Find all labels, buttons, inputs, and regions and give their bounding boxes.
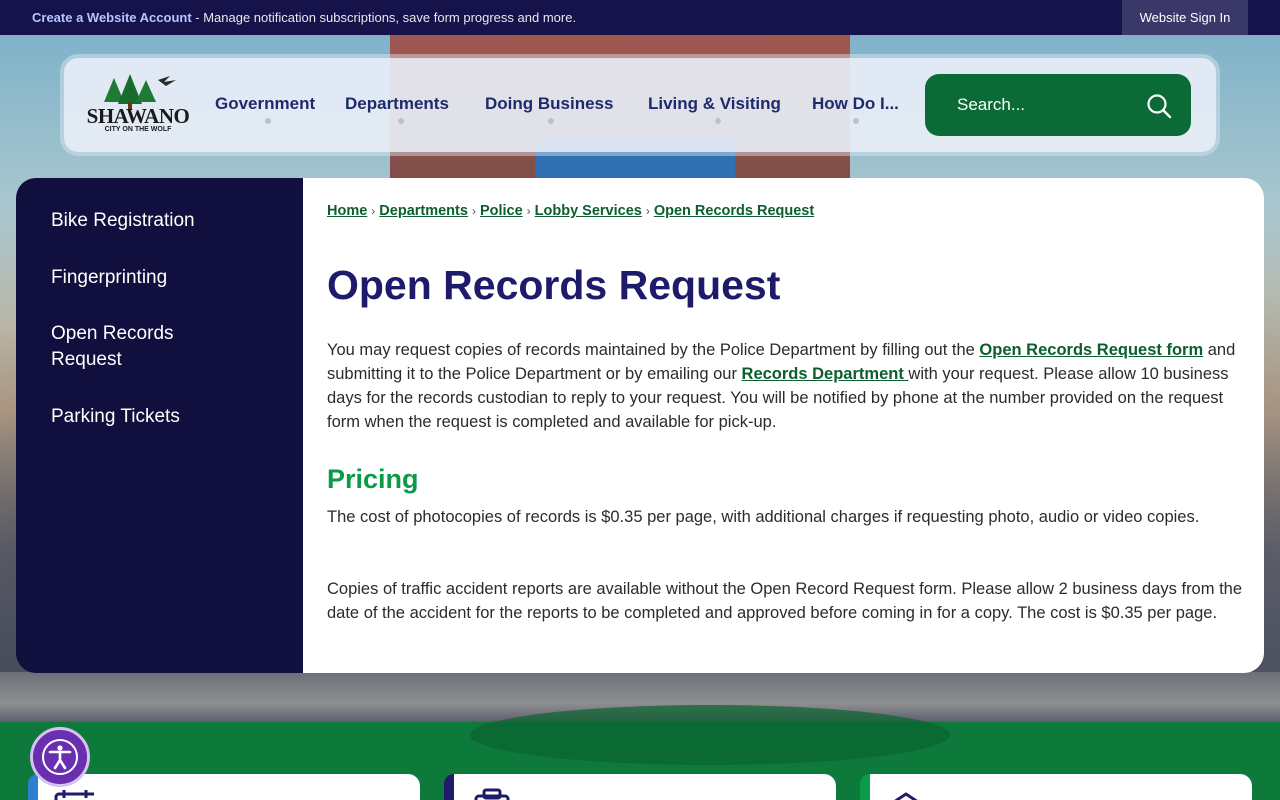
- website-sign-in-button[interactable]: Website Sign In: [1122, 0, 1248, 35]
- breadcrumb-separator: ›: [645, 204, 650, 218]
- breadcrumb-home[interactable]: Home: [327, 203, 367, 219]
- nav-dot: [853, 118, 859, 124]
- search-icon[interactable]: [1146, 93, 1172, 119]
- quick-link-tile[interactable]: [28, 774, 420, 800]
- page-title: Open Records Request: [327, 262, 781, 308]
- section-sidebar: Bike Registration Fingerprinting Open Re…: [16, 178, 316, 673]
- intro-paragraph: You may request copies of records mainta…: [327, 338, 1242, 434]
- nav-dot: [398, 118, 404, 124]
- quick-link-tile[interactable]: [860, 774, 1252, 800]
- clipboard-icon: [474, 788, 510, 800]
- building-icon: [894, 792, 918, 800]
- intro-text-1: You may request copies of records mainta…: [327, 341, 980, 359]
- nav-doing-business[interactable]: Doing Business: [485, 94, 613, 114]
- search-box: [925, 74, 1191, 136]
- breadcrumb-separator: ›: [471, 204, 476, 218]
- create-account-link[interactable]: Create a Website Account: [32, 10, 192, 25]
- site-logo[interactable]: SHAWANO CITY ON THE WOLF: [86, 68, 190, 142]
- breadcrumb-separator: ›: [526, 204, 531, 218]
- pricing-heading: Pricing: [327, 464, 419, 494]
- utility-bar: Create a Website Account - Manage notifi…: [0, 0, 1280, 35]
- sidebar-item-fingerprinting[interactable]: Fingerprinting: [51, 265, 281, 291]
- sidebar-item-open-records-request[interactable]: Open Records Request: [51, 321, 221, 373]
- nav-dot: [715, 118, 721, 124]
- breadcrumb-separator: ›: [371, 204, 376, 218]
- search-input[interactable]: [957, 92, 1147, 118]
- pricing-paragraph: The cost of photocopies of records is $0…: [327, 508, 1200, 526]
- tile-accent: [28, 774, 38, 800]
- create-account-message: Create a Website Account - Manage notifi…: [32, 10, 576, 25]
- accessibility-button[interactable]: [30, 727, 90, 787]
- accessibility-icon: [42, 739, 78, 775]
- site-header: SHAWANO CITY ON THE WOLF Government Depa…: [64, 58, 1216, 152]
- nav-how-do-i[interactable]: How Do I...: [812, 94, 899, 114]
- breadcrumb-lobby-services[interactable]: Lobby Services: [535, 203, 642, 219]
- breadcrumb-police[interactable]: Police: [480, 203, 523, 219]
- main-content: Home › Departments › Police › Lobby Services › O…: [303, 178, 1264, 673]
- sidebar-item-bike-registration[interactable]: Bike Registration: [51, 208, 281, 234]
- nav-living-visiting[interactable]: Living & Visiting: [648, 94, 781, 114]
- nav-government[interactable]: Government: [215, 94, 315, 114]
- breadcrumb-departments[interactable]: Departments: [379, 203, 468, 219]
- traffic-reports-paragraph: Copies of traffic accident reports are a…: [327, 580, 1243, 622]
- sidebar-item-parking-tickets[interactable]: Parking Tickets: [51, 404, 281, 430]
- calendar-icon: [54, 790, 94, 800]
- tile-accent: [860, 774, 870, 800]
- breadcrumb-open-records-request[interactable]: Open Records Request: [654, 203, 814, 219]
- open-records-request-form-link[interactable]: Open Records Request form: [979, 341, 1203, 359]
- create-account-description: - Manage notification subscriptions, sav…: [191, 10, 577, 25]
- band-decoration: [470, 705, 950, 765]
- nav-departments[interactable]: Departments: [345, 94, 449, 114]
- nav-dot: [265, 118, 271, 124]
- logo-tagline: CITY ON THE WOLF: [104, 126, 172, 133]
- records-department-link[interactable]: Records Department: [742, 365, 909, 383]
- tile-accent: [444, 774, 454, 800]
- quick-link-tile[interactable]: [444, 774, 836, 800]
- nav-dot: [548, 118, 554, 124]
- breadcrumb: Home › Departments › Police › Lobby Services › O…: [327, 203, 814, 219]
